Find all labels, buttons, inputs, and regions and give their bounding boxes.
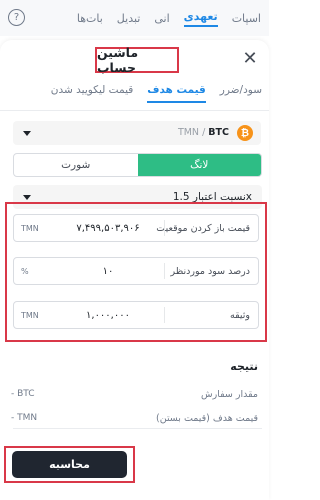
- calculate-button[interactable]: محاسبه: [12, 451, 127, 478]
- target-price-label: قیمت هدف (قیمت بستن): [156, 413, 258, 424]
- app-tab-convert[interactable]: تبدیل: [117, 12, 141, 25]
- pair-selector[interactable]: ₿ TMN / BTC: [13, 121, 261, 145]
- close-icon[interactable]: ✕: [240, 50, 260, 70]
- inputs-highlight: قیمت باز کردن موقعیت ۷,۴۹۹,۵۰۳,۹۰۶ TMN د…: [5, 202, 267, 342]
- help-icon[interactable]: ?: [8, 9, 25, 26]
- margin-field[interactable]: وثیقه ۱,۰۰۰,۰۰۰ TMN: [13, 301, 259, 329]
- tab-target-price[interactable]: قیمت هدف: [147, 84, 206, 103]
- calculator-sheet: ✕ ماشین حساب سود/ضرر قیمت هدف قیمت لیکوی…: [0, 40, 269, 500]
- target-price-value: - TMN: [11, 413, 38, 423]
- sheet-title: ماشین حساب: [97, 45, 139, 75]
- results-title: نتیجه: [230, 360, 258, 373]
- tab-liquidation-price[interactable]: قیمت لیکویید شدن: [51, 84, 133, 101]
- entry-price-field[interactable]: قیمت باز کردن موقعیت ۷,۴۹۹,۵۰۳,۹۰۶ TMN: [13, 214, 259, 242]
- result-order-qty: مقدار سفارش - BTC: [11, 389, 258, 403]
- side-toggle: لانگ شورت: [13, 153, 262, 177]
- title-highlight: ماشین حساب: [95, 45, 179, 75]
- field-separator: [164, 220, 165, 236]
- tab-pnl[interactable]: سود/ضرر: [220, 84, 262, 101]
- order-qty-value: - BTC: [11, 389, 35, 399]
- pair-quote: TMN: [177, 127, 200, 138]
- entry-price-label: قیمت باز کردن موقعیت: [156, 223, 250, 234]
- tabs-divider: [0, 110, 269, 111]
- app-tab-margin[interactable]: تعهدی: [183, 10, 218, 27]
- app-tab-instant[interactable]: انی: [154, 12, 169, 25]
- pair-label: TMN / BTC: [178, 127, 229, 138]
- app-tab-spot[interactable]: اسپات: [232, 12, 261, 25]
- bitcoin-icon: ₿: [237, 125, 253, 141]
- target-roe-label: درصد سود موردنظر: [170, 266, 250, 277]
- results-divider: [13, 428, 262, 429]
- pair-base: BTC: [208, 127, 229, 138]
- calculate-highlight: محاسبه: [4, 446, 135, 483]
- margin-unit: TMN: [21, 311, 39, 320]
- entry-price-unit: TMN: [21, 224, 39, 233]
- long-button[interactable]: لانگ: [137, 154, 261, 176]
- target-roe-input[interactable]: ۱۰: [72, 266, 144, 277]
- order-qty-label: مقدار سفارش: [201, 389, 258, 400]
- pair-separator: /: [199, 127, 209, 138]
- target-roe-unit: %: [21, 267, 29, 276]
- chevron-down-icon: [23, 131, 31, 136]
- entry-price-input[interactable]: ۷,۴۹۹,۵۰۳,۹۰۶: [72, 223, 144, 234]
- calculator-tabs: سود/ضرر قیمت هدف قیمت لیکویید شدن: [10, 84, 262, 110]
- target-roe-field[interactable]: درصد سود موردنظر ۱۰ %: [13, 257, 259, 285]
- app-tab-bar: اسپات تعهدی انی تبدیل بات‌ها: [0, 0, 269, 36]
- margin-label: وثیقه: [230, 310, 250, 321]
- field-separator: [164, 263, 165, 279]
- short-button[interactable]: شورت: [14, 154, 138, 176]
- app-tab-bots[interactable]: بات‌ها: [77, 12, 103, 25]
- result-target-price: قیمت هدف (قیمت بستن) - TMN: [11, 413, 258, 427]
- field-separator: [164, 307, 165, 323]
- chevron-down-icon: [23, 195, 31, 200]
- margin-input[interactable]: ۱,۰۰۰,۰۰۰: [72, 310, 144, 321]
